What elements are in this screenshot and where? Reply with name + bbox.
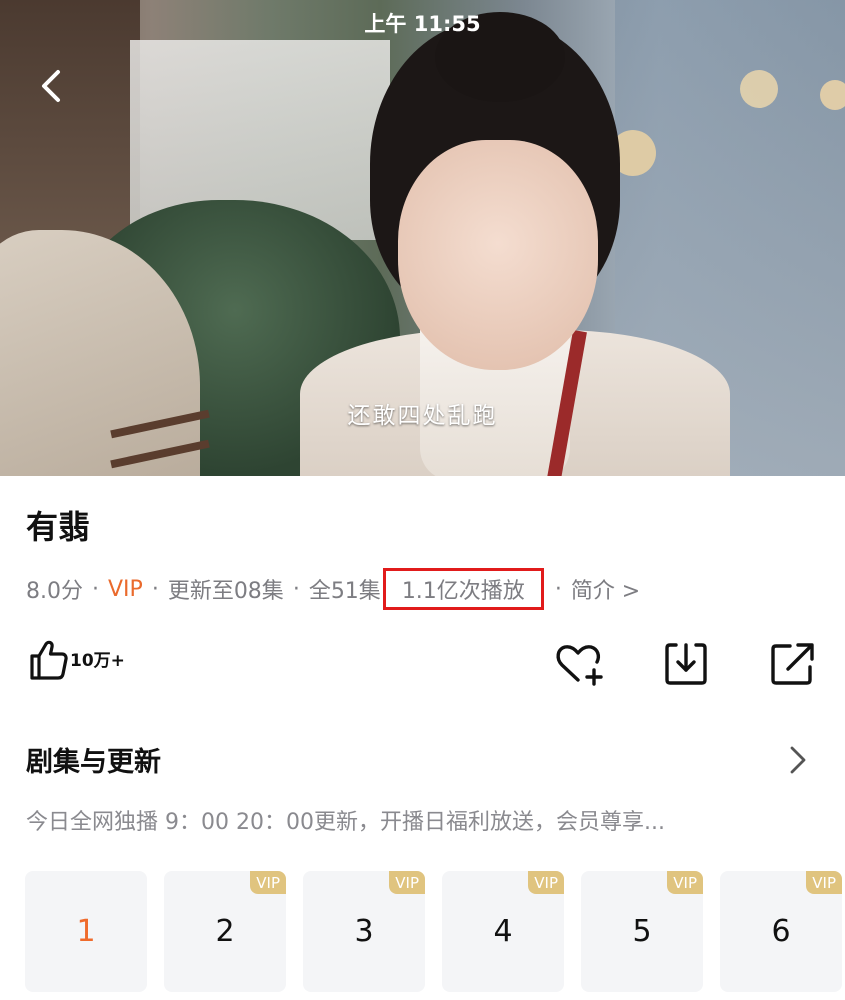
show-meta: 8.0分 · VIP · 更新至08集 · 全51集 1.1亿次播放 · 简介 … — [26, 568, 640, 610]
episode-total: 全51集 — [308, 579, 381, 604]
favorite-button[interactable] — [554, 640, 604, 688]
thumbs-up-icon — [30, 640, 68, 680]
episode-tile[interactable]: 1 — [25, 871, 147, 992]
video-subtitle: 还敢四处乱跑 — [347, 403, 498, 429]
heart-plus-icon — [556, 645, 603, 686]
vip-label: VIP — [108, 576, 143, 602]
vip-badge: VIP — [806, 871, 842, 894]
episodes-more-button[interactable] — [786, 744, 810, 776]
vip-badge: VIP — [389, 871, 425, 894]
intro-link[interactable]: 简介 > — [571, 573, 640, 605]
like-button[interactable]: 10万+ — [28, 638, 125, 682]
back-button[interactable] — [32, 64, 72, 108]
status-time: 上午 11:55 — [364, 12, 481, 36]
episode-tile[interactable]: 6 VIP — [720, 871, 842, 992]
episode-number: 4 — [493, 914, 513, 949]
episode-number: 6 — [771, 914, 791, 949]
episode-tile[interactable]: 3 VIP — [303, 871, 425, 992]
episode-tile[interactable]: 5 VIP — [581, 871, 703, 992]
episodes-section-title: 剧集与更新 — [26, 747, 161, 778]
show-rating: 8.0分 — [26, 579, 83, 604]
episode-number: 5 — [632, 914, 652, 949]
video-bokeh — [820, 80, 845, 110]
show-title: 有翡 — [26, 508, 91, 546]
episode-number: 3 — [354, 914, 374, 949]
vip-badge: VIP — [667, 871, 703, 894]
episode-tile[interactable]: 2 VIP — [164, 871, 286, 992]
update-status: 更新至08集 — [167, 579, 284, 604]
episode-number: 2 — [215, 914, 235, 949]
action-row: 10万+ — [0, 636, 845, 692]
chevron-right-icon — [790, 746, 806, 774]
episode-tile[interactable]: 4 VIP — [442, 871, 564, 992]
meta-separator: · — [92, 576, 99, 602]
video-player[interactable]: 上午 11:55 还敢四处乱跑 — [0, 0, 845, 476]
back-icon — [42, 70, 60, 102]
video-figure-face — [398, 140, 598, 370]
like-count: 10万+ — [70, 650, 125, 671]
episode-list: 1 2 VIP 3 VIP 4 VIP 5 VIP 6 VIP — [0, 871, 845, 1000]
download-icon — [665, 643, 707, 685]
vip-badge: VIP — [250, 871, 286, 894]
view-count: 1.1亿次播放 — [382, 568, 544, 610]
share-button[interactable] — [768, 640, 818, 688]
meta-separator: · — [292, 576, 300, 602]
meta-separator: · — [151, 576, 159, 602]
episodes-description: 今日全网独播 9：00 20：00更新，开播日福利放送，会员尊享... — [26, 810, 665, 835]
download-button[interactable] — [662, 640, 712, 688]
video-bokeh — [740, 70, 778, 108]
vip-badge: VIP — [528, 871, 564, 894]
meta-separator: · — [554, 576, 562, 602]
share-icon — [771, 643, 814, 685]
episode-number: 1 — [76, 914, 96, 949]
